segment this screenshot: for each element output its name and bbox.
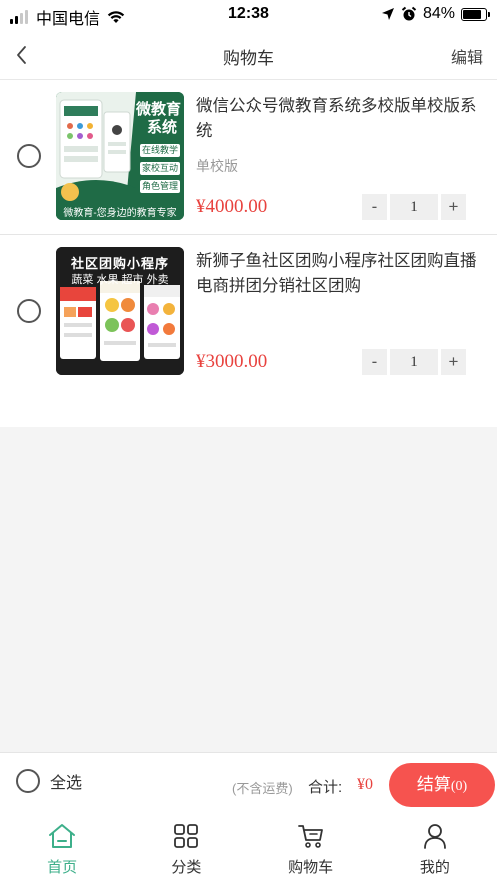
quantity-input[interactable]: 1 <box>390 194 438 220</box>
increase-button[interactable]: + <box>441 194 466 220</box>
status-bar: 中国电信 12:38 84% <box>0 0 497 30</box>
select-all-label[interactable]: 全选 <box>50 769 82 793</box>
page-title: 购物车 <box>223 49 274 68</box>
status-right: 84% <box>381 5 490 23</box>
product-thumbnail[interactable]: 社区团购小程序 蔬菜 水果 超市 外卖 <box>56 247 184 375</box>
tab-label: 我的 <box>419 859 450 876</box>
quantity-input[interactable]: 1 <box>390 349 438 375</box>
shipping-note: (不含运费) <box>232 781 293 796</box>
home-icon <box>49 824 76 848</box>
item-title[interactable]: 新狮子鱼社区团购小程序社区团购直播电商拼团分销社区团购 <box>196 249 480 299</box>
tab-bar: 首页 分类 购物车 我的 <box>0 810 497 883</box>
checkout-button[interactable]: 结算(0) <box>389 763 495 807</box>
item-title[interactable]: 微信公众号微教育系统多校版单校版系统 <box>196 94 480 144</box>
battery-percent: 84% <box>422 5 455 22</box>
item-select-radio[interactable] <box>17 299 41 323</box>
item-price: ¥4000.00 <box>196 196 268 217</box>
total-label: 合计: <box>308 779 343 796</box>
select-all[interactable]: 全选 <box>16 769 82 793</box>
edit-button[interactable]: 编辑 <box>451 44 483 68</box>
quantity-stepper: - 1 + <box>362 349 466 375</box>
grid-icon <box>174 824 199 848</box>
select-all-radio[interactable] <box>16 769 40 793</box>
tab-category[interactable]: 分类 <box>124 810 248 883</box>
cart-list: 微教育 系统 在线教学 家校互动 角色管理 微教育-您身边的教育专家 微信公众号… <box>0 80 497 427</box>
cart-item: 社区团购小程序 蔬菜 水果 超市 外卖 新狮子鱼社区团购小程序社区团购直播电商拼… <box>0 235 497 427</box>
tab-label: 分类 <box>171 859 202 876</box>
total-value: ¥0 <box>357 776 373 793</box>
thumb-footer: 微教育-您身边的教育专家 <box>63 208 177 219</box>
increase-button[interactable]: + <box>441 349 466 375</box>
checkout-count: (0) <box>450 779 468 794</box>
tab-home[interactable]: 首页 <box>0 810 124 883</box>
cart-icon <box>297 825 323 848</box>
location-arrow-icon <box>381 8 394 20</box>
thumb-headline-2: 系统 <box>147 119 178 136</box>
thumb-tag: 角色管理 <box>141 181 178 191</box>
item-spec: 单校版 <box>196 158 238 174</box>
item-select-radio[interactable] <box>17 144 41 168</box>
tab-cart[interactable]: 购物车 <box>249 810 373 883</box>
thumb-subline: 蔬菜 水果 超市 外卖 <box>71 274 169 286</box>
user-icon <box>423 824 446 849</box>
cart-item: 微教育 系统 在线教学 家校互动 角色管理 微教育-您身边的教育专家 微信公众号… <box>0 80 497 235</box>
decrease-button[interactable]: - <box>362 194 387 220</box>
tab-profile[interactable]: 我的 <box>373 810 497 883</box>
checkout-label: 结算 <box>416 775 451 794</box>
tab-label: 首页 <box>47 859 78 876</box>
thumb-tag: 家校互动 <box>141 163 178 173</box>
product-thumbnail[interactable]: 微教育 系统 在线教学 家校互动 角色管理 微教育-您身边的教育专家 <box>56 92 184 220</box>
thumb-headline: 社区团购小程序 <box>70 256 169 271</box>
decrease-button[interactable]: - <box>362 349 387 375</box>
thumb-tag: 在线教学 <box>141 145 178 155</box>
checkout-bar: 全选 (不含运费) 合计: ¥0 结算(0) <box>0 752 497 810</box>
battery-icon <box>461 7 490 21</box>
tab-label: 购物车 <box>288 859 334 876</box>
nav-bar: 购物车 编辑 <box>0 30 497 80</box>
alarm-icon <box>401 6 417 21</box>
item-price: ¥3000.00 <box>196 351 268 372</box>
quantity-stepper: - 1 + <box>362 194 466 220</box>
